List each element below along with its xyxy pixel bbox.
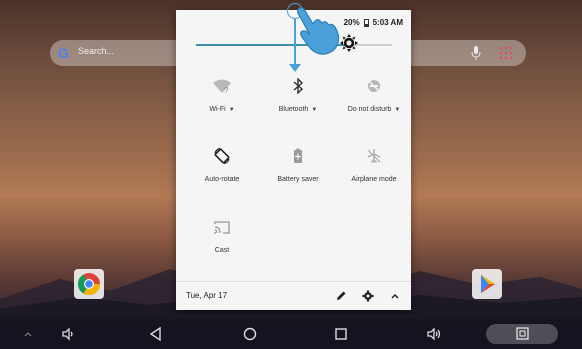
volume-down-icon[interactable] bbox=[60, 326, 76, 342]
tile-label: Airplane mode bbox=[351, 176, 397, 183]
airplane-mode-off-icon bbox=[367, 149, 381, 163]
tile-label: Bluetooth bbox=[278, 106, 309, 113]
dropdown-caret-icon[interactable]: ▼ bbox=[311, 107, 317, 113]
play-store-app-icon[interactable] bbox=[472, 269, 502, 299]
tile-cast[interactable]: Cast bbox=[183, 217, 261, 254]
recents-icon[interactable] bbox=[333, 326, 349, 342]
search-placeholder: Search... bbox=[78, 46, 115, 56]
chevron-up-icon[interactable] bbox=[24, 330, 32, 338]
tile-label: Do not disturb bbox=[347, 106, 392, 113]
edit-pencil-icon[interactable] bbox=[335, 290, 347, 302]
do-not-disturb-icon bbox=[367, 79, 381, 93]
date-label[interactable]: Tue, Apr 17 bbox=[186, 291, 227, 300]
tile-do-not-disturb[interactable]: Do not disturb ▼ bbox=[335, 76, 413, 113]
swipe-hand-icon bbox=[297, 7, 340, 55]
tile-bluetooth[interactable]: Bluetooth ▼ bbox=[259, 76, 337, 113]
volume-up-icon[interactable] bbox=[426, 326, 442, 342]
tile-label: Battery saver bbox=[277, 176, 319, 183]
tile-wifi[interactable]: ? Wi-Fi ▼ bbox=[183, 76, 261, 113]
home-icon[interactable] bbox=[242, 326, 258, 342]
tile-airplane-mode[interactable]: Airplane mode bbox=[335, 146, 413, 183]
tile-label: Auto-rotate bbox=[204, 176, 240, 183]
navigation-bar bbox=[0, 319, 582, 349]
arrow-down-icon bbox=[289, 64, 301, 72]
screenshot-icon bbox=[516, 327, 529, 340]
tile-battery-saver[interactable]: Battery saver bbox=[259, 146, 337, 183]
status-area: 20% 5:03 AM bbox=[344, 18, 403, 27]
chevron-up-icon[interactable] bbox=[389, 290, 401, 302]
auto-rotate-icon bbox=[214, 147, 230, 165]
dropdown-caret-icon[interactable]: ▼ bbox=[394, 107, 400, 113]
chrome-app-icon[interactable] bbox=[74, 269, 104, 299]
clock: 5:03 AM bbox=[372, 18, 403, 27]
cast-icon bbox=[214, 221, 230, 234]
back-icon[interactable] bbox=[148, 326, 164, 342]
battery-percent: 20% bbox=[343, 18, 360, 27]
apps-grid-icon[interactable] bbox=[499, 46, 513, 60]
quick-settings-footer: Tue, Apr 17 bbox=[176, 281, 411, 310]
play-store-icon bbox=[481, 275, 495, 293]
tile-auto-rotate[interactable]: Auto-rotate bbox=[183, 146, 261, 183]
tile-label: Cast bbox=[214, 247, 230, 254]
tile-label: Wi-Fi bbox=[209, 106, 226, 113]
google-g-icon: G bbox=[58, 45, 69, 61]
svg-text:?: ? bbox=[224, 86, 229, 94]
bluetooth-icon bbox=[293, 78, 304, 94]
screenshot-button[interactable] bbox=[486, 324, 558, 344]
battery-saver-icon bbox=[294, 148, 302, 163]
gear-icon[interactable] bbox=[362, 290, 374, 302]
dropdown-caret-icon[interactable]: ▼ bbox=[229, 107, 235, 113]
wifi-question-icon: ? bbox=[213, 79, 231, 94]
chrome-icon bbox=[78, 273, 100, 295]
mic-icon[interactable] bbox=[471, 46, 481, 60]
battery-icon bbox=[363, 18, 369, 27]
